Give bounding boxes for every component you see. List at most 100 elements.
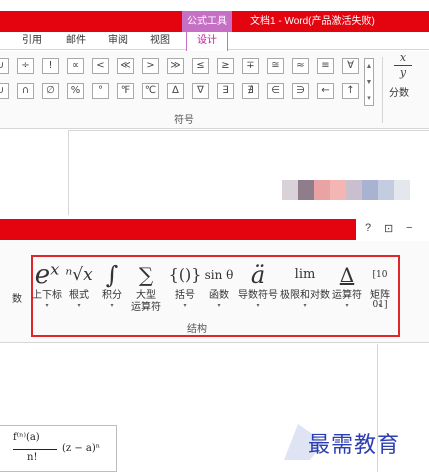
watermark-logo: 最需教育	[284, 424, 424, 460]
integral-button[interactable]: ∫ 积分 ▾	[98, 260, 126, 311]
bracket-button[interactable]: {()} 括号 ▾	[168, 260, 202, 311]
accent-icon: ä	[250, 261, 266, 289]
symbol-button[interactable]: <	[92, 58, 109, 74]
symbol-button[interactable]: ∄	[242, 83, 259, 99]
symbol-button[interactable]: ←	[317, 83, 334, 99]
ribbon-display-icon[interactable]: ⊡	[384, 222, 393, 235]
symbol-button[interactable]: ÷	[17, 58, 34, 74]
symbol-button[interactable]: %	[67, 83, 84, 99]
matrix-label: 矩阵	[370, 290, 390, 301]
script-button[interactable]: eˣ 上下标 ▾	[30, 260, 64, 311]
fraction-label[interactable]: 分数	[389, 84, 409, 99]
window-controls: ? ⊡ −	[356, 219, 429, 240]
integral-label: 积分	[102, 290, 122, 301]
document-page-top[interactable]	[68, 130, 429, 215]
symbol-button[interactable]: ∆	[167, 83, 184, 99]
tab-mailings[interactable]: 邮件	[66, 32, 86, 50]
formula-denominator: n!	[27, 452, 38, 463]
scroll-up-icon[interactable]: ▲	[365, 59, 373, 75]
symbol-button[interactable]: ∇	[192, 83, 209, 99]
operator-button[interactable]: Δ 运算符 ▾	[330, 260, 364, 311]
tab-design[interactable]: 设计	[186, 31, 228, 51]
chevron-down-icon[interactable]: ▾	[64, 302, 94, 311]
symbol-button[interactable]: >	[142, 58, 159, 74]
symbol-button[interactable]: ∅	[42, 83, 59, 99]
limit-icon: lim	[294, 267, 316, 282]
accent-label: 导数符号	[238, 290, 278, 301]
context-tab-equation-tools[interactable]: 公式工具	[182, 11, 232, 32]
radical-icon: ⁿ√x	[65, 265, 93, 285]
chevron-down-icon[interactable]: ▾	[98, 302, 126, 311]
chevron-down-icon[interactable]: ▾	[30, 302, 64, 311]
symbol-button[interactable]: ∈	[267, 83, 284, 99]
summation-icon: ∑	[138, 263, 154, 287]
symbol-button[interactable]: ∝	[67, 58, 84, 74]
formula-term: (z − a)ⁿ	[62, 443, 101, 454]
symbols-group: ∪ ÷! ∝ < ≪ > ≫ ≤ ≥ ∓ ≅ ≈ ≡ ∀ ∪ ∩ ∅% ° ℉ ℃ ∆ ∇ ∃ ∄ ∈ ∋ ← ↑ ▲ ▼ ▾ 符号	[0, 51, 429, 129]
accent-button[interactable]: ä 导数符号 ▾	[235, 260, 281, 311]
fraction-denominator: y	[399, 66, 407, 79]
symbol-button[interactable]: ≥	[217, 58, 234, 74]
ribbon-tabs: 引用 邮件 审阅 视图 设计	[0, 31, 429, 51]
fraction-numerator: x	[399, 51, 407, 64]
large-operator-button[interactable]: ∑ 大型 运算符	[126, 260, 166, 314]
cut-off-label: 数	[12, 294, 22, 305]
symbols-group-label: 符号	[174, 115, 194, 126]
operator-icon: Δ	[339, 263, 355, 287]
tab-view[interactable]: 视图	[150, 32, 170, 50]
symbol-button[interactable]: ∋	[292, 83, 309, 99]
matrix-icon: [10 01]	[372, 270, 388, 310]
symbol-button[interactable]: ∀	[342, 58, 359, 74]
symbol-button[interactable]: ∓	[242, 58, 259, 74]
symbol-button[interactable]: ≤	[192, 58, 209, 74]
symbol-button[interactable]: ≪	[117, 58, 134, 74]
function-icon: sin θ	[204, 268, 234, 282]
symbol-button[interactable]: ∪	[0, 83, 9, 99]
scroll-down-icon[interactable]: ▼	[365, 75, 373, 91]
superscript-icon: eˣ	[34, 260, 60, 290]
equation-box[interactable]: f⁽ⁿ⁾(a) n! (z − a)ⁿ	[0, 425, 117, 472]
chevron-down-icon[interactable]: ▾	[330, 302, 364, 311]
fraction-button[interactable]: x y	[392, 52, 414, 79]
symbol-button[interactable]: ≈	[292, 58, 309, 74]
tab-review[interactable]: 审阅	[108, 32, 128, 50]
function-button[interactable]: sin θ 函数 ▾	[203, 260, 235, 311]
chevron-down-icon[interactable]: ▾	[364, 302, 396, 311]
title-bar-lower	[0, 219, 356, 240]
bracket-label: 括号	[175, 290, 195, 301]
title-bar: 公式工具 文档1 - Word(产品激活失败)	[0, 0, 429, 32]
help-icon[interactable]: ?	[365, 222, 371, 234]
gallery-more-icon[interactable]: ▾	[365, 91, 373, 107]
minimize-icon[interactable]: −	[406, 222, 412, 234]
chevron-down-icon[interactable]: ▾	[235, 302, 281, 311]
window-title: 文档1 - Word(产品激活失败)	[250, 16, 375, 27]
bracket-icon: {()}	[168, 265, 202, 284]
symbol-button[interactable]: !	[42, 58, 59, 74]
chevron-down-icon[interactable]: ▾	[168, 302, 202, 311]
matrix-button[interactable]: [10 01] 矩阵 ▾	[364, 260, 396, 311]
operator-label: 运算符	[332, 290, 362, 301]
chevron-down-icon[interactable]: ▾	[280, 302, 330, 311]
group-divider	[382, 57, 383, 123]
script-label: 上下标	[32, 290, 62, 301]
formula-fraction-bar	[13, 449, 57, 450]
chevron-down-icon[interactable]: ▾	[203, 302, 235, 311]
symbol-button[interactable]: ∃	[217, 83, 234, 99]
formula-numerator: f⁽ⁿ⁾(a)	[13, 432, 40, 443]
tab-references[interactable]: 引用	[22, 32, 42, 50]
symbol-button[interactable]: ≅	[267, 58, 284, 74]
radical-button[interactable]: ⁿ√x 根式 ▾	[64, 260, 94, 311]
symbol-button[interactable]: ℃	[142, 83, 159, 99]
symbol-button[interactable]: ℉	[117, 83, 134, 99]
large-operator-label-line2: 运算符	[131, 302, 161, 313]
symbol-button[interactable]: °	[92, 83, 109, 99]
integral-icon: ∫	[105, 261, 119, 289]
symbol-button[interactable]: ≡	[317, 58, 334, 74]
limit-log-button[interactable]: lim 极限和对数 ▾	[280, 260, 330, 311]
symbol-button[interactable]: ∪	[0, 58, 9, 74]
watermark-text: 最需教育	[308, 433, 401, 458]
symbol-button[interactable]: ≫	[167, 58, 184, 74]
symbol-button[interactable]: ∩	[17, 83, 34, 99]
symbols-gallery-scroll[interactable]: ▲ ▼ ▾	[364, 58, 374, 106]
symbol-button[interactable]: ↑	[342, 83, 359, 99]
